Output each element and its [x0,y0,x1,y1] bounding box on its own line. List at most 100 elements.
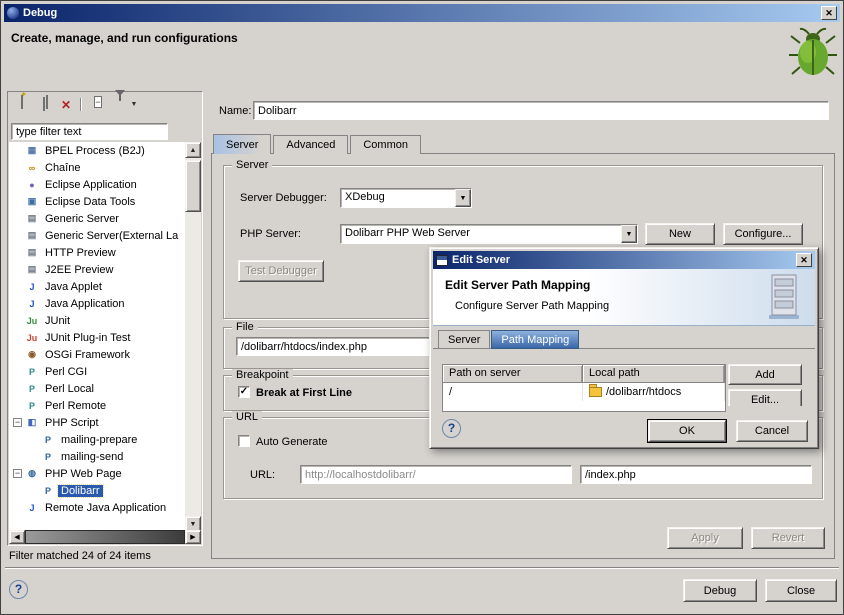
tree-vertical-scrollbar[interactable]: ▲ ▼ [185,142,201,532]
tree-item[interactable]: JJava Applet [9,278,186,295]
break-first-line-checkbox[interactable]: ✓ [238,386,250,398]
new-config-icon[interactable]: ✦ [12,96,32,114]
scroll-right-icon[interactable]: ▶ [185,530,201,544]
server-rack-icon [767,273,801,321]
window-titlebar[interactable]: Debug ✕ [4,4,840,22]
local-path-cell[interactable]: /dolibarr/htdocs [583,383,725,401]
horizontal-scroll-thumb[interactable] [25,530,185,544]
collapse-toggle-icon[interactable]: − [13,469,22,478]
server-debugger-value: XDebug [341,189,455,207]
path-on-server-cell[interactable]: / [443,383,583,401]
tree-item-label: PHP Web Page [42,468,125,480]
php-script-icon: ◧ [25,417,39,428]
dialog-close-icon[interactable]: ✕ [796,253,812,267]
j2ee-preview-icon: ▤ [25,264,39,275]
dialog-tab-path-mapping[interactable]: Path Mapping [491,330,579,349]
debug-button[interactable]: Debug [683,579,757,602]
edit-mapping-button[interactable]: Edit... [728,389,802,406]
tree-item[interactable]: ▤HTTP Preview [9,244,186,261]
filter-input[interactable] [11,123,168,140]
scroll-up-icon[interactable]: ▲ [185,142,201,158]
local-path-text: /dolibarr/htdocs [606,386,681,398]
junit-plugin-icon: Ju [25,333,39,343]
tree-item[interactable]: PPerl CGI [9,363,186,380]
dialog-tab-server[interactable]: Server [438,330,490,349]
auto-generate-label: Auto Generate [256,436,328,448]
table-header-row: Path on server Local path [443,365,725,383]
debug-configurations-window: Debug ✕ Create, manage, and run configur… [0,0,844,615]
tab-server[interactable]: Server [213,134,271,154]
close-button[interactable]: Close [765,579,837,602]
test-debugger-button[interactable]: Test Debugger [238,260,324,282]
collapse-all-icon[interactable]: − [88,96,108,114]
revert-button[interactable]: Revert [751,527,825,549]
dialog-tab-bar: Server Path Mapping [438,330,580,349]
cancel-button[interactable]: Cancel [736,420,808,442]
vertical-scroll-thumb[interactable] [185,160,201,212]
chevron-down-icon[interactable]: ▼ [621,225,637,243]
column-header-path-on-server[interactable]: Path on server [443,365,583,383]
tree-item[interactable]: Pmailing-send [9,448,186,465]
name-input[interactable] [253,101,829,120]
tree-item[interactable]: JJava Application [9,295,186,312]
tree-item[interactable]: ◉OSGi Framework [9,346,186,363]
close-icon[interactable]: ✕ [821,6,837,20]
column-header-local-path[interactable]: Local path [583,365,725,383]
dialog-help-icon[interactable]: ? [442,419,461,438]
table-row[interactable]: / /dolibarr/htdocs [443,383,725,401]
perl-local-icon: P [25,384,39,394]
tree-item[interactable]: PPerl Local [9,380,186,397]
tree-item[interactable]: ▦BPEL Process (B2J) [9,142,186,159]
tree-item[interactable]: PPerl Remote [9,397,186,414]
tree-item[interactable]: −◍PHP Web Page [9,465,186,482]
tree-item[interactable]: −◧PHP Script [9,414,186,431]
php-server-select[interactable]: Dolibarr PHP Web Server ▼ [340,224,638,244]
footer-separator [5,567,839,569]
duplicate-config-icon[interactable] [34,96,54,114]
tree-item[interactable]: JuJUnit Plug-in Test [9,329,186,346]
tree-item[interactable]: ●Eclipse Application [9,176,186,193]
delete-config-icon[interactable]: ✕ [56,96,76,114]
path-mapping-table[interactable]: Path on server Local path / /dolibarr/htd… [442,364,726,412]
tree-item[interactable]: PDolibarr [9,482,186,499]
generic-server-icon: ▤ [25,230,39,241]
tree-item[interactable]: ▤Generic Server(External La [9,227,186,244]
tree-horizontal-scrollbar[interactable]: ◀ ▶ [9,530,201,544]
add-mapping-button[interactable]: Add [728,364,802,385]
apply-button-label: Apply [691,532,719,544]
chevron-down-icon[interactable]: ▼ [455,189,471,207]
add-mapping-button-label: Add [755,369,775,381]
perl-cgi-icon: P [25,367,39,377]
ok-button[interactable]: OK [648,420,726,442]
tree-item[interactable]: ∞Chaîne [9,159,186,176]
toolbar-menu-dropdown-icon[interactable]: ▼ [128,96,140,114]
dialog-window-icon [436,255,448,266]
new-server-button[interactable]: New [645,223,715,245]
tab-common[interactable]: Common [350,135,421,154]
tree-item[interactable]: JuJUnit [9,312,186,329]
auto-generate-checkbox[interactable] [238,435,250,447]
dialog-titlebar[interactable]: Edit Server ✕ [433,251,815,269]
url-base-input[interactable] [300,465,572,484]
scroll-left-icon[interactable]: ◀ [9,530,25,544]
tree-item[interactable]: ▤Generic Server [9,210,186,227]
tab-advanced[interactable]: Advanced [273,135,348,154]
tree-item[interactable]: ▤J2EE Preview [9,261,186,278]
configure-server-button[interactable]: Configure... [723,223,803,245]
url-path-input[interactable] [580,465,812,484]
filter-config-icon[interactable] [110,96,130,114]
collapse-toggle-icon[interactable]: − [13,418,22,427]
eclipse-app-icon [7,7,19,19]
server-debugger-select[interactable]: XDebug ▼ [340,188,472,208]
apply-button[interactable]: Apply [667,527,743,549]
server-group-title: Server [232,159,272,171]
help-icon[interactable]: ? [9,580,28,599]
tree-item[interactable]: JRemote Java Application [9,499,186,516]
tree-item[interactable]: Pmailing-prepare [9,431,186,448]
file-group-title: File [232,321,258,333]
tree-item-label: Eclipse Application [42,179,140,191]
tree-item[interactable]: ▣Eclipse Data Tools [9,193,186,210]
php-server-value: Dolibarr PHP Web Server [341,225,621,243]
toolbar-separator [80,98,82,111]
bpel-icon: ▦ [25,145,39,156]
